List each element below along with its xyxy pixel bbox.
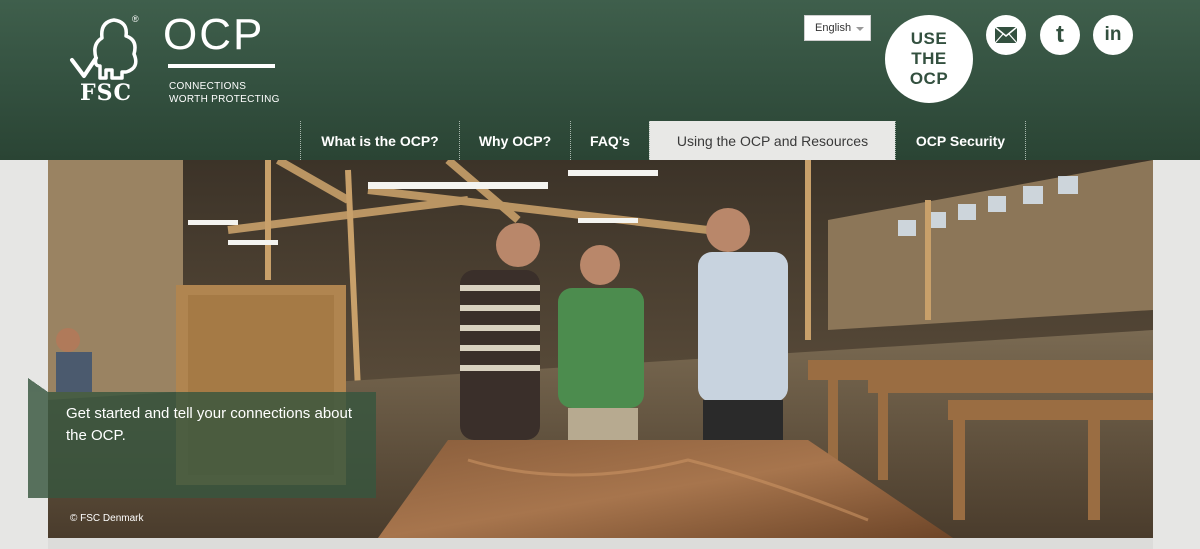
nav-item-using-ocp-resources[interactable]: Using the OCP and Resources bbox=[649, 121, 895, 160]
nav-item-why-ocp[interactable]: Why OCP? bbox=[459, 121, 570, 160]
hero-caption-text: Get started and tell your connections ab… bbox=[66, 405, 353, 444]
use-the-ocp-button[interactable]: USE THE OCP bbox=[885, 15, 973, 103]
cta-line-1: USE bbox=[910, 29, 948, 48]
nav-item-ocp-security[interactable]: OCP Security bbox=[895, 121, 1026, 160]
nav-item-faqs[interactable]: FAQ's bbox=[570, 121, 649, 160]
site-header: ® FSC OCP CONNECTIONS WORTH PROTECTING E… bbox=[0, 0, 1200, 160]
language-selected: English bbox=[815, 22, 852, 34]
photo-credit: © FSC Denmark bbox=[70, 513, 144, 524]
hero-caption[interactable]: Get started and tell your connections ab… bbox=[28, 378, 376, 498]
tagline-line-2: WORTH PROTECTING bbox=[169, 94, 280, 105]
tagline-line-1: CONNECTIONS bbox=[169, 81, 247, 92]
mail-button[interactable] bbox=[986, 15, 1026, 55]
ocp-title: OCP bbox=[163, 10, 265, 59]
caption-notch bbox=[28, 378, 48, 392]
ocp-divider bbox=[168, 64, 275, 68]
linkedin-button[interactable]: in bbox=[1093, 15, 1133, 55]
main-nav: What is the OCP? Why OCP? FAQ's Using th… bbox=[300, 121, 1026, 160]
cta-line-3: OCP bbox=[909, 69, 949, 88]
chevron-down-icon bbox=[856, 27, 864, 31]
registered-mark: ® bbox=[132, 14, 139, 24]
twitter-icon: t bbox=[1056, 21, 1064, 48]
twitter-button[interactable]: t bbox=[1040, 15, 1080, 55]
cta-line-2: THE bbox=[911, 49, 947, 68]
language-select[interactable]: English bbox=[804, 15, 871, 41]
nav-item-what-is-ocp[interactable]: What is the OCP? bbox=[300, 121, 459, 160]
linkedin-icon: in bbox=[1104, 24, 1122, 45]
ocp-tagline: CONNECTIONS WORTH PROTECTING bbox=[169, 80, 280, 106]
fsc-wordmark: FSC bbox=[80, 80, 133, 106]
content-strip bbox=[48, 538, 1153, 549]
mail-icon bbox=[994, 26, 1018, 44]
